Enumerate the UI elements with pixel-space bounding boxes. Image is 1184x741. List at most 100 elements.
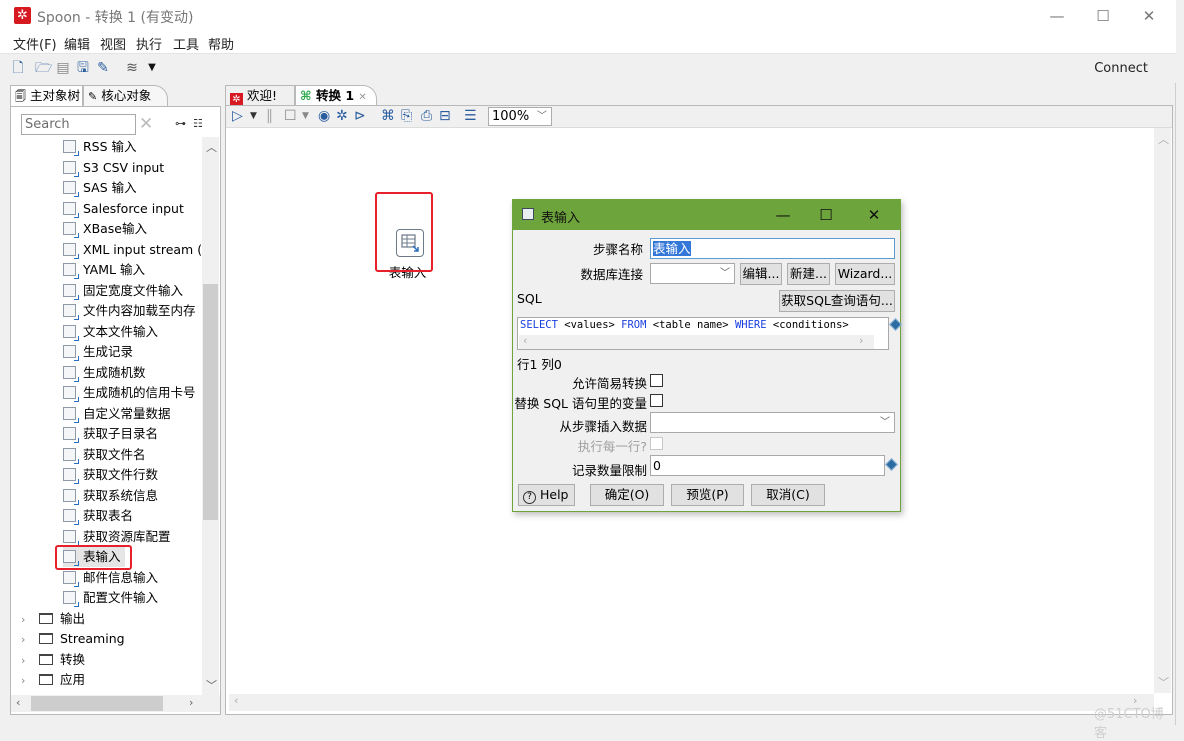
- new-file-icon[interactable]: 🗋: [10, 60, 26, 76]
- scroll-left-icon[interactable]: ‹: [523, 334, 527, 347]
- tree-item[interactable]: 获取文件行数: [63, 465, 158, 485]
- insert-from-step-select[interactable]: ﹀: [650, 412, 895, 433]
- pause-icon[interactable]: ‖: [266, 108, 273, 124]
- scroll-thumb[interactable]: [31, 696, 163, 711]
- replay-icon[interactable]: ⊳: [354, 108, 366, 124]
- tree-vertical-scrollbar[interactable]: ︿ ﹀: [202, 137, 219, 695]
- menu-tools[interactable]: 工具: [173, 34, 199, 53]
- menu-run[interactable]: 执行: [136, 34, 162, 53]
- tree-item[interactable]: S3 CSV input: [63, 158, 164, 178]
- sql-horizontal-scrollbar[interactable]: ‹ ›: [519, 334, 874, 349]
- tree-item[interactable]: 文本文件输入: [63, 322, 158, 342]
- scroll-down-icon[interactable]: ﹀: [206, 677, 217, 693]
- limit-input[interactable]: 0: [650, 455, 885, 476]
- open-file-icon[interactable]: 🗁: [35, 60, 52, 76]
- verify-icon[interactable]: ⌘: [381, 108, 395, 124]
- scroll-left-icon[interactable]: ‹: [234, 694, 238, 707]
- get-sql-button[interactable]: 获取SQL查询语句...: [779, 290, 895, 312]
- stop-icon[interactable]: ☐: [284, 108, 297, 124]
- scroll-right-icon[interactable]: ›: [189, 696, 193, 709]
- tree-item[interactable]: 配置文件输入: [63, 588, 158, 608]
- menu-file[interactable]: 文件(F): [13, 34, 57, 53]
- dialog-minimize-button[interactable]: —: [768, 204, 798, 226]
- tree-folder[interactable]: › 输出: [21, 609, 85, 629]
- tree-item[interactable]: 获取文件名: [63, 445, 146, 465]
- tree-item[interactable]: 获取表名: [63, 506, 133, 526]
- new-connection-button[interactable]: 新建...: [787, 263, 830, 285]
- tree-horizontal-scrollbar[interactable]: ‹ ›: [11, 695, 220, 712]
- connect-button[interactable]: Connect: [1094, 61, 1148, 76]
- tree-item[interactable]: 获取子目录名: [63, 424, 158, 444]
- explore-db-icon[interactable]: ⊟: [439, 108, 451, 124]
- scroll-down-icon[interactable]: ﹀: [1158, 674, 1169, 690]
- preview-icon[interactable]: ◉: [318, 108, 330, 124]
- chevron-right-icon[interactable]: ›: [21, 671, 33, 691]
- scroll-left-icon[interactable]: ‹: [16, 696, 20, 709]
- scroll-right-icon[interactable]: ›: [859, 334, 863, 347]
- menu-help[interactable]: 帮助: [208, 34, 234, 53]
- run-dropdown-icon[interactable]: ▼: [250, 111, 257, 121]
- canvas-horizontal-scrollbar[interactable]: ‹ ›: [229, 694, 1154, 711]
- tree-item[interactable]: RSS 输入: [63, 137, 137, 157]
- tree-item[interactable]: XBase输入: [63, 219, 147, 239]
- explore-repo-icon[interactable]: ▤: [55, 60, 71, 76]
- tree-item[interactable]: 自定义常量数据: [63, 404, 171, 424]
- cancel-button[interactable]: 取消(C): [751, 484, 825, 506]
- chevron-right-icon[interactable]: ›: [21, 630, 33, 650]
- debug-icon[interactable]: ✲: [336, 108, 348, 124]
- impact-icon[interactable]: ⎘: [401, 108, 412, 124]
- tree-item[interactable]: 获取资源库配置: [63, 527, 171, 547]
- save-icon[interactable]: 🖫: [75, 60, 91, 76]
- dropdown-arrow-icon[interactable]: ▼: [144, 60, 160, 76]
- close-tab-icon[interactable]: ✕: [358, 92, 366, 103]
- replace-variables-checkbox[interactable]: [650, 394, 663, 407]
- sql-editor[interactable]: SELECT <values> FROM <table name> WHERE …: [517, 317, 889, 350]
- tree-item[interactable]: XML input stream (S: [63, 240, 202, 260]
- scroll-up-icon[interactable]: ︿: [206, 139, 217, 155]
- run-icon[interactable]: ▷: [232, 108, 243, 124]
- tab-welcome[interactable]: ✲ 欢迎!: [225, 85, 295, 107]
- tree-item[interactable]: 生成随机的信用卡号: [63, 383, 196, 403]
- dialog-close-button[interactable]: ✕: [859, 204, 889, 226]
- tree-item[interactable]: 生成随机数: [63, 363, 146, 383]
- help-button[interactable]: ? Help: [518, 484, 575, 506]
- tree-item[interactable]: 邮件信息输入: [63, 568, 158, 588]
- expand-all-icon[interactable]: ☷: [193, 117, 203, 130]
- tree-item[interactable]: 文件内容加载至内存: [63, 301, 196, 321]
- edit-connection-button[interactable]: 编辑...: [740, 263, 782, 285]
- wizard-button[interactable]: Wizard...: [835, 263, 895, 285]
- menu-view[interactable]: 视图: [100, 34, 126, 53]
- chevron-right-icon[interactable]: ›: [21, 651, 33, 671]
- tab-core-objects[interactable]: ✎ 核心对象: [83, 85, 168, 107]
- scroll-thumb[interactable]: [203, 284, 218, 520]
- scroll-up-icon[interactable]: ︿: [1158, 131, 1169, 147]
- tree-item[interactable]: Salesforce input: [63, 199, 184, 219]
- tab-transformation-1[interactable]: ⌘ 转换 1 ✕: [295, 85, 377, 107]
- sql-icon[interactable]: ⎙: [421, 108, 432, 124]
- tree-item[interactable]: 固定宽度文件输入: [63, 281, 183, 301]
- db-connection-select[interactable]: ﹀: [650, 263, 735, 284]
- perspective-layers-icon[interactable]: ≋: [124, 60, 140, 76]
- ok-button[interactable]: 确定(O): [590, 484, 664, 506]
- show-results-icon[interactable]: ☰: [464, 108, 477, 124]
- tree-folder[interactable]: › 转换: [21, 650, 85, 670]
- clear-search-icon[interactable]: ✕: [139, 114, 153, 134]
- dialog-maximize-button[interactable]: ☐: [811, 204, 841, 226]
- step-name-input[interactable]: 表输入: [650, 238, 895, 259]
- save-as-icon[interactable]: ✎: [95, 60, 111, 76]
- chevron-right-icon[interactable]: ›: [21, 610, 33, 630]
- tree-item[interactable]: 生成记录: [63, 342, 133, 362]
- canvas-vertical-scrollbar[interactable]: ︿ ﹀: [1154, 128, 1171, 693]
- tree-folder[interactable]: › 应用: [21, 670, 85, 690]
- tab-main-tree[interactable]: 🗐 主对象树: [10, 85, 83, 107]
- tree-item[interactable]: YAML 输入: [63, 260, 145, 280]
- maximize-button[interactable]: ☐: [1080, 4, 1126, 28]
- minimize-button[interactable]: —: [1034, 4, 1080, 28]
- close-button[interactable]: ✕: [1126, 4, 1172, 28]
- tree-item[interactable]: 获取系统信息: [63, 486, 158, 506]
- menu-edit[interactable]: 编辑: [64, 34, 90, 53]
- collapse-all-icon[interactable]: ⊶: [175, 117, 186, 130]
- search-input[interactable]: Search: [21, 114, 136, 135]
- preview-button[interactable]: 预览(P): [671, 484, 744, 506]
- tree-item[interactable]: SAS 输入: [63, 178, 137, 198]
